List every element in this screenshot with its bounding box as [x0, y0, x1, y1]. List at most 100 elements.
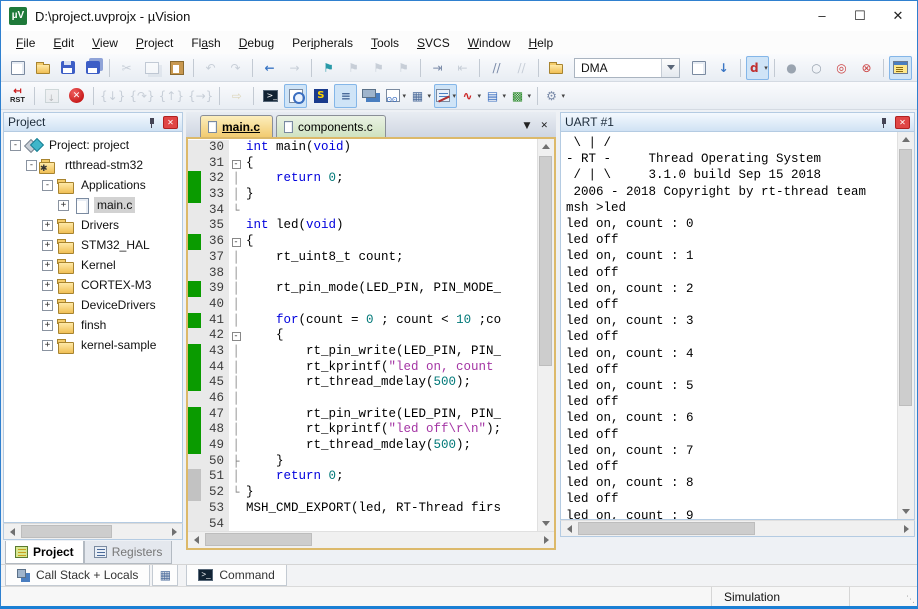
- stop-button[interactable]: ✕: [65, 84, 88, 108]
- uncomment-button[interactable]: //: [510, 56, 533, 80]
- scrollbar-thumb[interactable]: [899, 149, 912, 406]
- pin-icon[interactable]: [879, 117, 889, 128]
- memory-window-button[interactable]: ▦: [152, 565, 178, 586]
- cut-button[interactable]: ✂: [115, 56, 138, 80]
- analysis-windows-button[interactable]: ∿▾: [459, 84, 482, 108]
- callstack-tab[interactable]: Call Stack + Locals: [5, 565, 150, 586]
- disable-breakpoint-button[interactable]: ○: [805, 56, 828, 80]
- tree-expander[interactable]: -: [10, 140, 21, 151]
- menu-file[interactable]: File: [7, 33, 44, 53]
- find-in-files-doc-button[interactable]: [687, 56, 710, 80]
- redo-button[interactable]: ↷: [224, 56, 247, 80]
- tab-registers[interactable]: Registers: [84, 541, 173, 564]
- dropdown-arrow-icon[interactable]: ▾: [503, 92, 507, 100]
- tree-item-finsh[interactable]: +finsh: [4, 315, 182, 335]
- command-window-button[interactable]: >_: [259, 84, 282, 108]
- fold-collapse-icon[interactable]: -: [232, 160, 241, 169]
- find-dropdown-button[interactable]: d▾: [746, 56, 769, 80]
- scroll-left-icon[interactable]: [188, 533, 204, 548]
- insert-breakpoint-button[interactable]: ●: [780, 56, 803, 80]
- menu-view[interactable]: View: [83, 33, 127, 53]
- scrollbar-thumb[interactable]: [21, 525, 112, 538]
- step-over-button[interactable]: {↷}: [128, 84, 155, 108]
- scrollbar-thumb[interactable]: [205, 533, 312, 546]
- uart-terminal[interactable]: \ | /- RT - Thread Operating System / | …: [561, 132, 897, 519]
- indent-button[interactable]: ⇥: [426, 56, 449, 80]
- memory-windows-button[interactable]: ▦▾: [409, 84, 432, 108]
- enable-all-breakpoints-button[interactable]: ◎: [830, 56, 853, 80]
- reset-button[interactable]: ↤RST: [6, 84, 29, 108]
- editor-vertical-scrollbar[interactable]: [537, 139, 554, 531]
- system-viewer-button[interactable]: ▤▾: [484, 84, 507, 108]
- minimize-button[interactable]: –: [803, 1, 841, 31]
- dropdown-arrow-icon[interactable]: ▾: [453, 92, 457, 100]
- previous-bookmark-button[interactable]: ⚑: [342, 56, 365, 80]
- fold-collapse-icon[interactable]: -: [232, 238, 241, 247]
- save-all-button[interactable]: [81, 56, 104, 80]
- scroll-left-icon[interactable]: [561, 521, 577, 536]
- command-tab[interactable]: >_ Command: [186, 565, 286, 586]
- tree-item-stm32-hal[interactable]: +STM32_HAL: [4, 235, 182, 255]
- debug-settings-button[interactable]: ⚙▾: [543, 84, 566, 108]
- scroll-up-icon[interactable]: [898, 132, 914, 147]
- dropdown-arrow-icon[interactable]: ▾: [562, 92, 566, 100]
- scroll-down-icon[interactable]: [898, 504, 914, 519]
- tree-expander[interactable]: +: [58, 200, 69, 211]
- scroll-down-icon[interactable]: [538, 516, 554, 531]
- tree-expander[interactable]: +: [42, 220, 53, 231]
- comment-button[interactable]: //: [485, 56, 508, 80]
- tab-project[interactable]: Project: [5, 541, 84, 564]
- undo-button[interactable]: ↶: [199, 56, 222, 80]
- tab-list-icon[interactable]: ▼: [524, 121, 531, 131]
- menu-debug[interactable]: Debug: [230, 33, 283, 53]
- menu-svcs[interactable]: SVCS: [408, 33, 459, 53]
- editor-tab-main-c[interactable]: main.c: [200, 115, 273, 137]
- tree-expander[interactable]: +: [42, 340, 53, 351]
- navigate-forward-button[interactable]: →: [283, 56, 306, 80]
- scroll-right-icon[interactable]: [166, 524, 182, 539]
- tree-item-devicedrivers[interactable]: +DeviceDrivers: [4, 295, 182, 315]
- tree-item-kernel[interactable]: +Kernel: [4, 255, 182, 275]
- menu-peripherals[interactable]: Peripherals: [283, 33, 362, 53]
- scrollbar-thumb[interactable]: [578, 522, 755, 535]
- dropdown-arrow-icon[interactable]: ▾: [478, 92, 482, 100]
- outdent-button[interactable]: ⇤: [451, 56, 474, 80]
- run-button[interactable]: [40, 84, 63, 108]
- dropdown-arrow-icon[interactable]: ▾: [428, 92, 432, 100]
- dropdown-arrow-icon[interactable]: ▾: [528, 92, 532, 100]
- paste-button[interactable]: [165, 56, 188, 80]
- search-input[interactable]: DMA: [575, 61, 661, 75]
- menu-project[interactable]: Project: [127, 33, 182, 53]
- toggle-bookmark-button[interactable]: ⚑: [317, 56, 340, 80]
- menu-help[interactable]: Help: [519, 33, 562, 53]
- menu-window[interactable]: Window: [459, 33, 520, 53]
- scrollbar-thumb[interactable]: [539, 156, 552, 366]
- fold-marker[interactable]: -: [229, 156, 243, 172]
- close-tab-icon[interactable]: ✕: [540, 121, 548, 131]
- dropdown-arrow-icon[interactable]: ▾: [764, 64, 768, 72]
- step-into-button[interactable]: {↓}: [99, 84, 126, 108]
- new-file-button[interactable]: [6, 56, 29, 80]
- tree-item-kernel-sample[interactable]: +kernel-sample: [4, 335, 182, 355]
- tree-item-cortex-m3[interactable]: +CORTEX-M3: [4, 275, 182, 295]
- save-button[interactable]: [56, 56, 79, 80]
- fold-marker[interactable]: -: [229, 234, 243, 250]
- watch-windows-button[interactable]: ▾: [384, 84, 407, 108]
- tree-expander[interactable]: +: [42, 300, 53, 311]
- tree-expander[interactable]: +: [42, 280, 53, 291]
- project-horizontal-scrollbar[interactable]: [3, 523, 183, 540]
- resize-grip[interactable]: ⋱: [901, 587, 917, 606]
- incremental-find-button[interactable]: ↓: [712, 56, 735, 80]
- copy-button[interactable]: [140, 56, 163, 80]
- scroll-right-icon[interactable]: [538, 533, 554, 548]
- fold-collapse-icon[interactable]: -: [232, 332, 241, 341]
- maximize-button[interactable]: ☐: [841, 1, 879, 31]
- kill-all-breakpoints-button[interactable]: ⊗: [855, 56, 878, 80]
- scroll-up-icon[interactable]: [538, 139, 554, 154]
- symbol-window-button[interactable]: S: [309, 84, 332, 108]
- menu-tools[interactable]: Tools: [362, 33, 408, 53]
- tree-expander[interactable]: +: [42, 320, 53, 331]
- configure-button[interactable]: [889, 56, 912, 80]
- tree-item-rtthread-stm32[interactable]: -rtthread-stm32: [4, 155, 182, 175]
- tree-expander[interactable]: -: [42, 180, 53, 191]
